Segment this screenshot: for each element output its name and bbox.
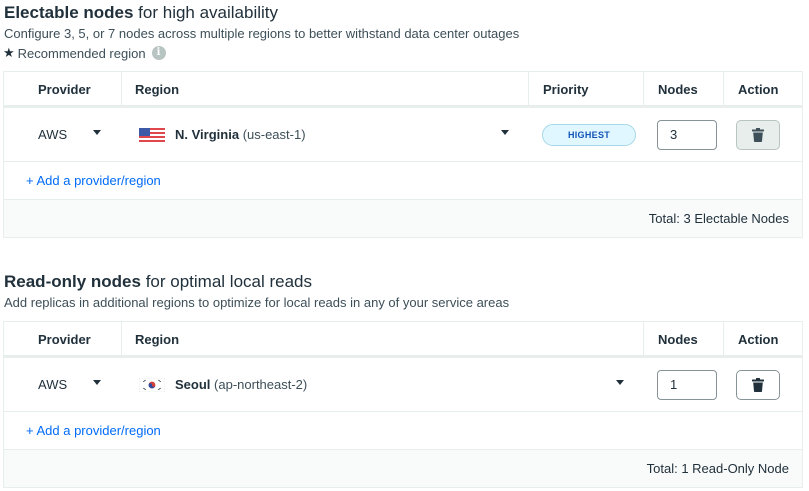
readonly-total: Total: 1 Read-Only Node: [646, 461, 789, 476]
star-icon: ★: [3, 45, 15, 60]
provider-select[interactable]: AWS: [38, 108, 67, 162]
electable-total: Total: 3 Electable Nodes: [648, 211, 789, 226]
region-select[interactable]: Seoul (ap-northeast-2): [175, 358, 307, 412]
recommended-region-note: ★ Recommended region i: [3, 45, 166, 61]
total-row: Total: 3 Electable Nodes: [4, 200, 802, 238]
nodes-input[interactable]: 1: [657, 370, 717, 400]
header-nodes: Nodes: [658, 332, 698, 347]
header-provider: Provider: [38, 82, 91, 97]
kr-flag-icon: [139, 378, 165, 392]
header-priority: Priority: [543, 82, 589, 97]
add-row: + Add a provider/region: [4, 162, 802, 200]
table-row: AWS Seoul (ap-northeast-2) 1: [4, 358, 802, 412]
region-code: (us-east-1): [242, 127, 306, 142]
priority-badge: HIGHEST: [542, 124, 636, 146]
electable-title-rest: for high availability: [138, 3, 279, 22]
chevron-down-icon[interactable]: [501, 130, 509, 135]
trash-icon: [752, 378, 764, 392]
header-action: Action: [738, 332, 779, 347]
region-select[interactable]: N. Virginia (us-east-1): [175, 108, 306, 162]
add-provider-region-link[interactable]: + Add a provider/region: [26, 412, 161, 450]
readonly-title-rest: for optimal local reads: [145, 272, 313, 291]
info-icon[interactable]: i: [151, 46, 166, 60]
delete-button[interactable]: [736, 120, 780, 150]
chevron-down-icon[interactable]: [616, 380, 624, 385]
electable-table: Provider Region Priority Nodes Action AW…: [3, 71, 803, 238]
readonly-title: Read-only nodes: [4, 272, 141, 291]
region-code: (ap-northeast-2): [214, 377, 308, 392]
table-header: Provider Region Nodes Action: [4, 322, 802, 358]
header-region: Region: [135, 332, 180, 347]
readonly-heading: Read-only nodes for optimal local reads: [4, 272, 312, 292]
add-provider-region-link[interactable]: + Add a provider/region: [26, 162, 161, 200]
electable-title: Electable nodes: [4, 3, 134, 22]
trash-icon: [752, 128, 764, 142]
recommended-region-label: Recommended region: [17, 45, 146, 61]
readonly-table: Provider Region Nodes Action AWS Seoul (…: [3, 321, 803, 488]
header-action: Action: [738, 82, 779, 97]
chevron-down-icon[interactable]: [93, 130, 101, 135]
region-name: Seoul: [175, 377, 211, 392]
chevron-down-icon[interactable]: [93, 380, 101, 385]
us-flag-icon: [139, 128, 165, 142]
header-nodes: Nodes: [658, 82, 698, 97]
header-region: Region: [135, 82, 180, 97]
add-row: + Add a provider/region: [4, 412, 802, 450]
electable-subtitle: Configure 3, 5, or 7 nodes across multip…: [4, 26, 520, 41]
nodes-input[interactable]: 3: [657, 120, 717, 150]
readonly-subtitle: Add replicas in additional regions to op…: [4, 295, 510, 310]
table-header: Provider Region Priority Nodes Action: [4, 72, 802, 108]
total-row: Total: 1 Read-Only Node: [4, 450, 802, 488]
electable-heading: Electable nodes for high availability: [4, 3, 278, 23]
delete-button[interactable]: [736, 370, 780, 400]
header-provider: Provider: [38, 332, 91, 347]
table-row: AWS N. Virginia (us-east-1) HIGHEST 3: [4, 108, 802, 162]
provider-select[interactable]: AWS: [38, 358, 67, 412]
region-name: N. Virginia: [175, 127, 240, 142]
